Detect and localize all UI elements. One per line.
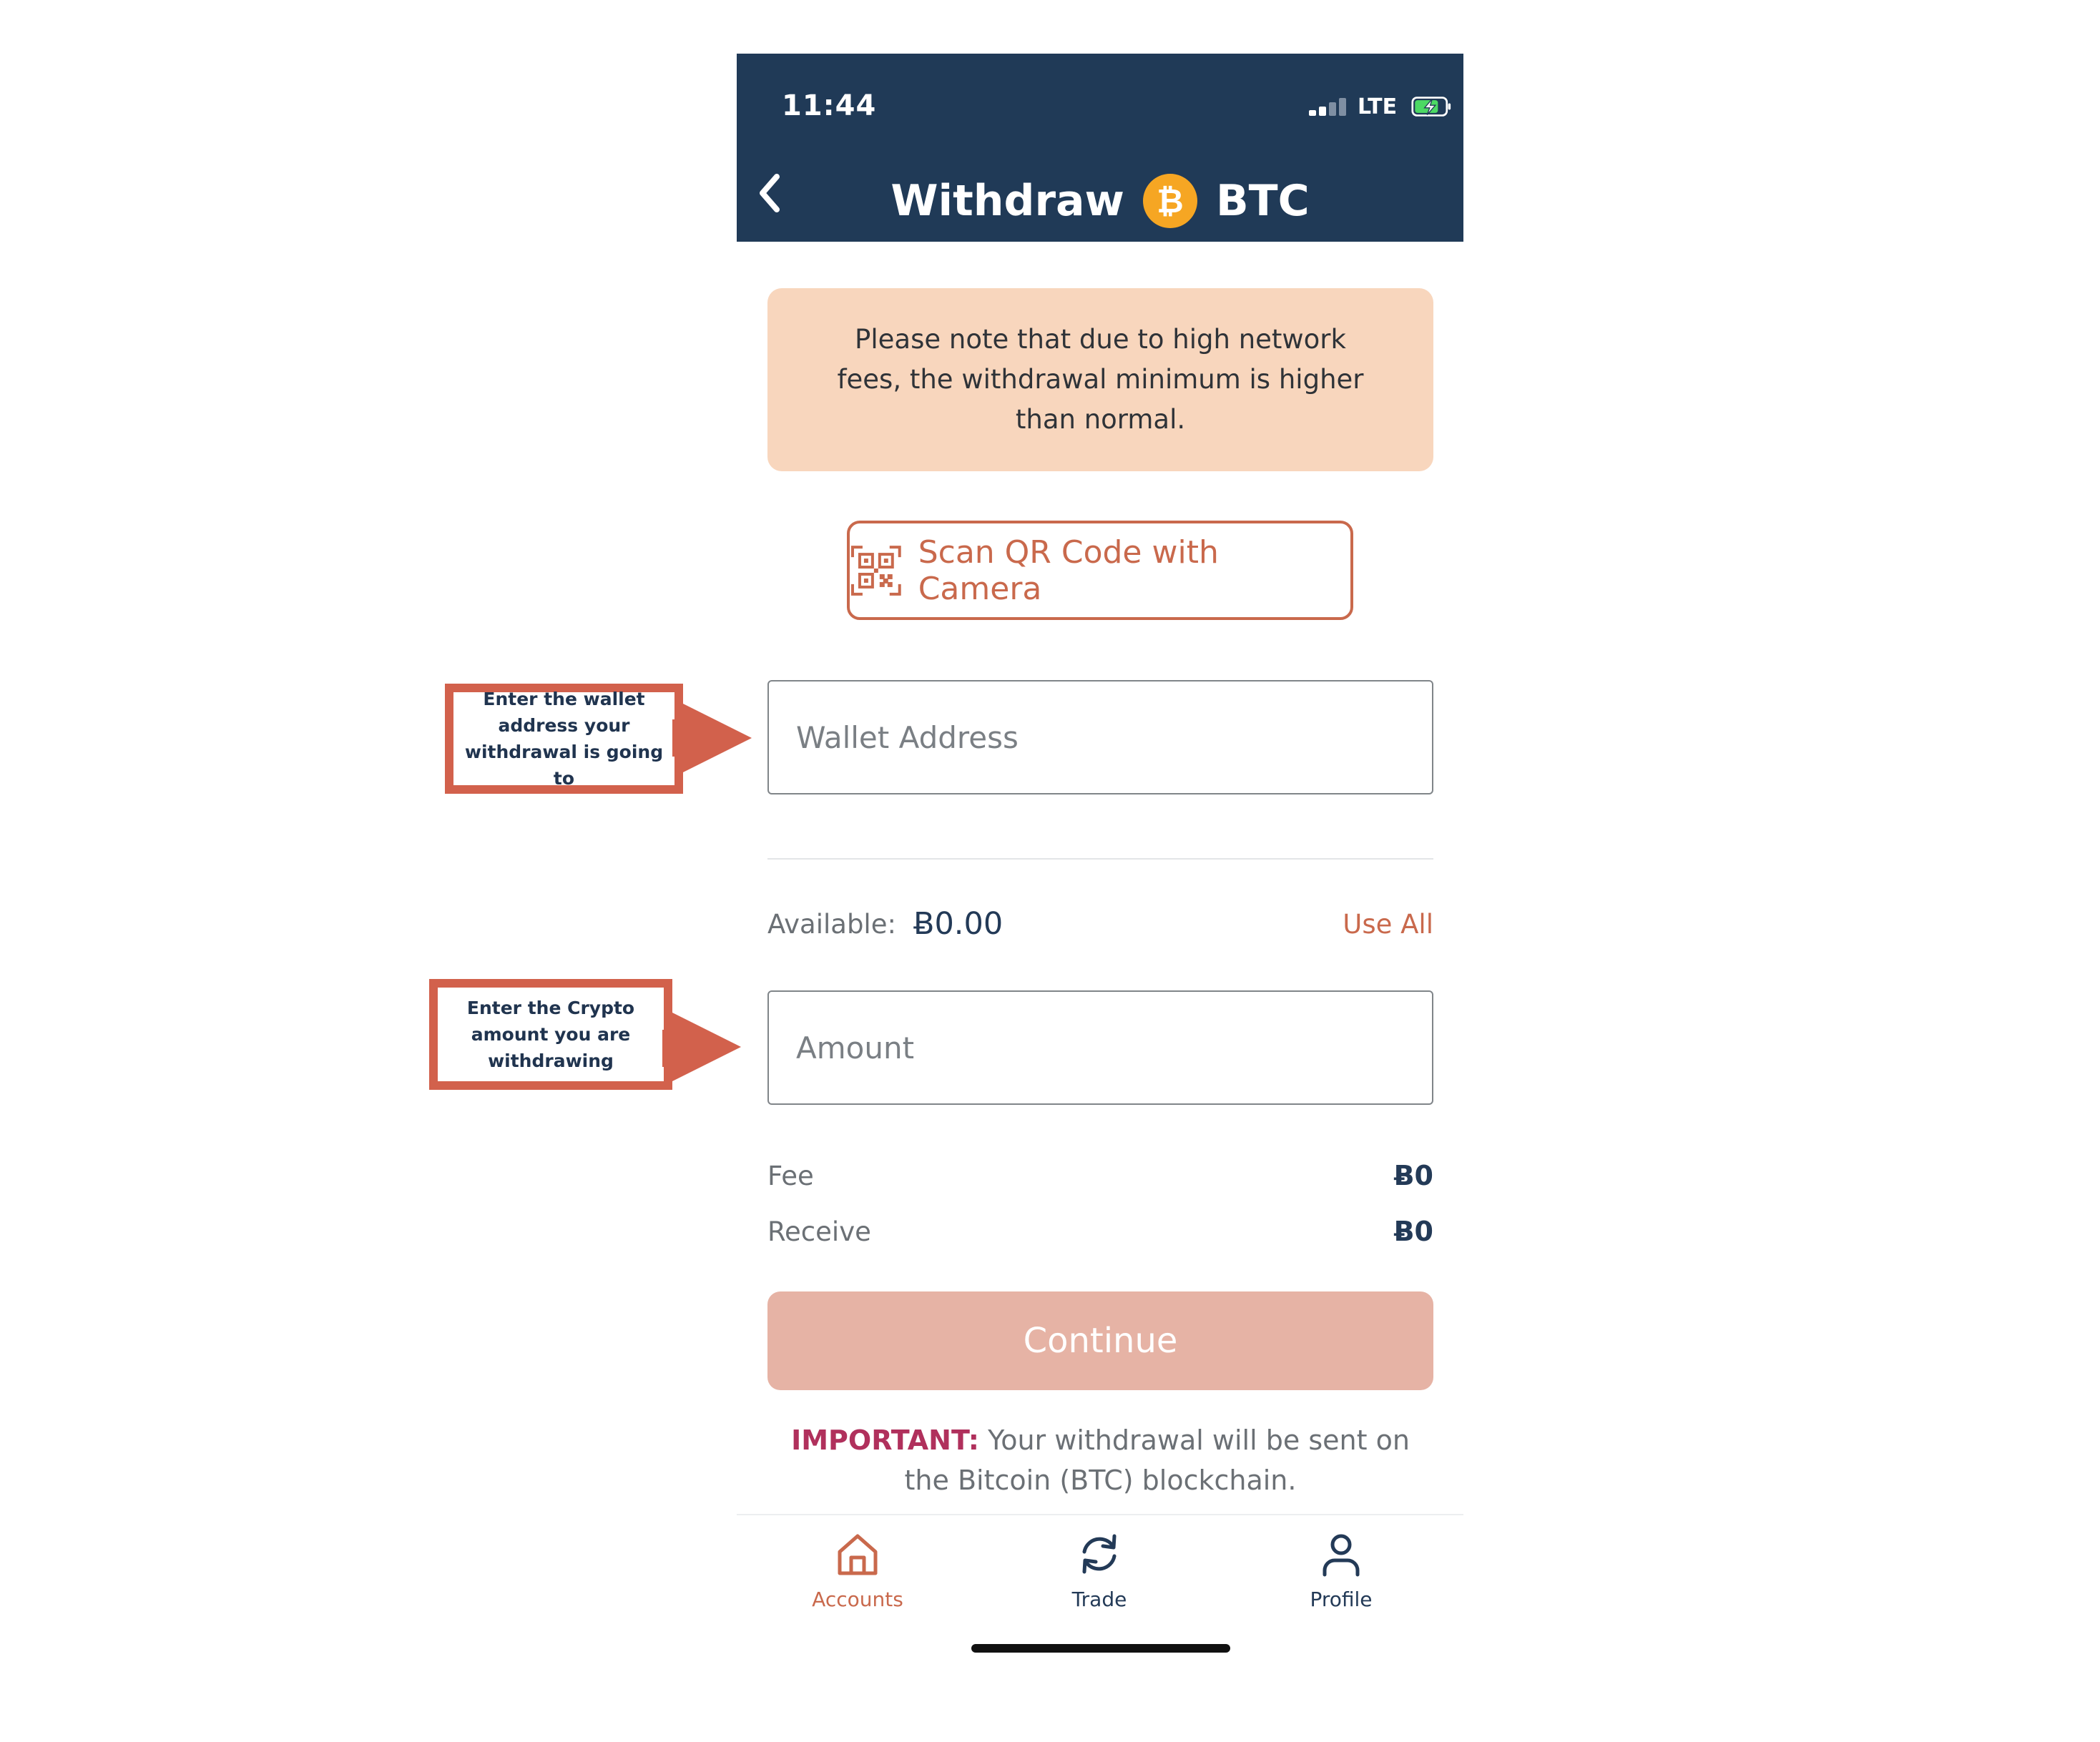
- app-header: 11:44 LTE Withdraw ₿ BTC: [737, 54, 1463, 242]
- fee-value: Ƀ0: [1393, 1160, 1433, 1191]
- amount-input[interactable]: Amount: [767, 990, 1433, 1105]
- wallet-callout-text: Enter the wallet address your withdrawal…: [464, 689, 664, 789]
- person-icon: [1323, 1534, 1360, 1577]
- title-text: Withdraw: [890, 176, 1124, 226]
- tab-accounts[interactable]: Accounts: [737, 1523, 978, 1616]
- tab-profile[interactable]: Profile: [1220, 1523, 1462, 1616]
- continue-label: Continue: [1023, 1321, 1178, 1361]
- network-type: LTE: [1358, 94, 1398, 119]
- important-label: IMPORTANT:: [791, 1424, 979, 1456]
- available-label: Available:: [767, 908, 896, 940]
- currency-code: BTC: [1215, 176, 1310, 226]
- network-fee-notice: Please note that due to high network fee…: [767, 288, 1433, 471]
- wallet-address-callout: Enter the wallet address your withdrawal…: [445, 684, 683, 794]
- receive-value: Ƀ0: [1393, 1216, 1433, 1247]
- status-indicators: LTE: [1309, 91, 1452, 122]
- tab-accounts-label: Accounts: [812, 1588, 903, 1611]
- refresh-icon: [1082, 1534, 1117, 1574]
- qr-code-icon: [850, 545, 901, 596]
- wallet-callout-arrow-icon: [683, 704, 752, 772]
- amount-callout-arrow-icon: [672, 1013, 741, 1081]
- tab-bar-divider: [737, 1514, 1463, 1515]
- status-time: 11:44: [782, 89, 877, 122]
- tab-trade-label: Trade: [1071, 1588, 1127, 1611]
- fee-row: Fee Ƀ0: [767, 1156, 1433, 1196]
- available-balance-row: Available: Ƀ0.00 Use All: [767, 902, 1433, 945]
- important-text: Your withdrawal will be sent on the Bitc…: [904, 1424, 1410, 1496]
- notice-text: Please note that due to high network fee…: [837, 324, 1364, 435]
- scan-qr-label: Scan QR Code with Camera: [918, 533, 1219, 607]
- page-title: Withdraw ₿ BTC: [737, 167, 1463, 235]
- section-divider: [767, 858, 1433, 860]
- receive-row: Receive Ƀ0: [767, 1211, 1433, 1251]
- bitcoin-logo-icon: ₿: [1142, 174, 1197, 228]
- battery-charging-icon: [1411, 97, 1451, 117]
- continue-button[interactable]: Continue: [767, 1291, 1433, 1390]
- available-balance: Ƀ0.00: [913, 906, 1004, 942]
- amount-callout: Enter the Crypto amount you are withdraw…: [429, 979, 672, 1090]
- receive-label: Receive: [767, 1216, 871, 1247]
- amount-placeholder: Amount: [796, 1030, 915, 1066]
- amount-callout-text: Enter the Crypto amount you are withdraw…: [466, 998, 635, 1071]
- tab-profile-label: Profile: [1310, 1588, 1373, 1611]
- wallet-address-input[interactable]: Wallet Address: [767, 680, 1433, 794]
- use-all-button[interactable]: Use All: [1343, 909, 1433, 940]
- scan-qr-button[interactable]: Scan QR Code with Camera: [847, 521, 1353, 620]
- wallet-address-placeholder: Wallet Address: [796, 719, 1019, 755]
- tab-trade[interactable]: Trade: [978, 1523, 1220, 1616]
- fee-label: Fee: [767, 1160, 814, 1191]
- blockchain-notice: IMPORTANT: Your withdrawal will be sent …: [767, 1420, 1433, 1500]
- home-indicator: [971, 1644, 1230, 1653]
- home-icon: [838, 1534, 878, 1575]
- signal-icon: [1309, 97, 1346, 116]
